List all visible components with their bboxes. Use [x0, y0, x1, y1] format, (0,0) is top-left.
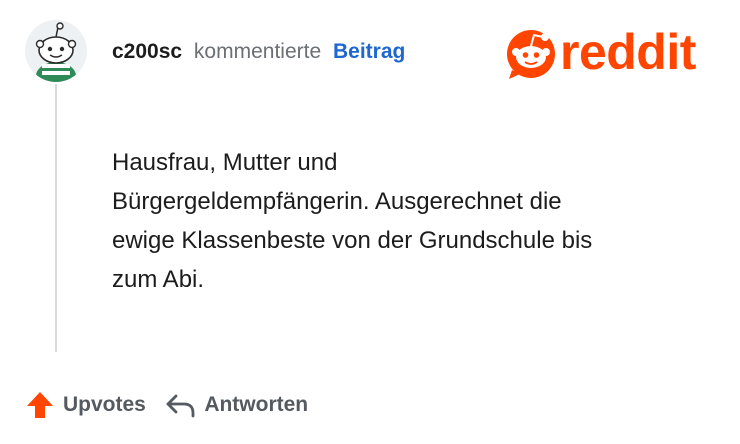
thread-line[interactable] [55, 84, 57, 352]
post-link[interactable]: Beitrag [333, 40, 405, 63]
upvote-label: Upvotes [63, 393, 146, 416]
comment-header: c200sc kommentierte Beitrag [112, 40, 405, 64]
reply-arrow-icon [166, 394, 195, 418]
comment-line: ewige Klassenbeste von der Grundschule b… [112, 227, 593, 254]
comment-actions: Upvotes Antworten [25, 390, 322, 424]
comment-action: kommentierte [193, 40, 322, 63]
reply-label: Antworten [204, 393, 309, 416]
username[interactable]: c200sc [112, 40, 182, 63]
comment-body: Hausfrau, Mutter und Bürgergeldempfänger… [112, 143, 712, 299]
reddit-snoo-icon [507, 30, 555, 79]
upvote-button[interactable]: Upvotes [25, 390, 146, 420]
avatar[interactable] [25, 20, 87, 82]
reddit-wordmark: reddit [560, 24, 696, 80]
comment-line: Bürgergeldempfängerin. Ausgerechnet die [112, 188, 562, 215]
upvote-arrow-icon [27, 392, 53, 418]
comment-line: Hausfrau, Mutter und [112, 149, 338, 176]
reddit-logo: reddit [506, 24, 718, 80]
reply-button[interactable]: Antworten [164, 390, 308, 420]
comment-line: zum Abi. [112, 266, 205, 293]
snoo-avatar-icon [35, 22, 77, 82]
